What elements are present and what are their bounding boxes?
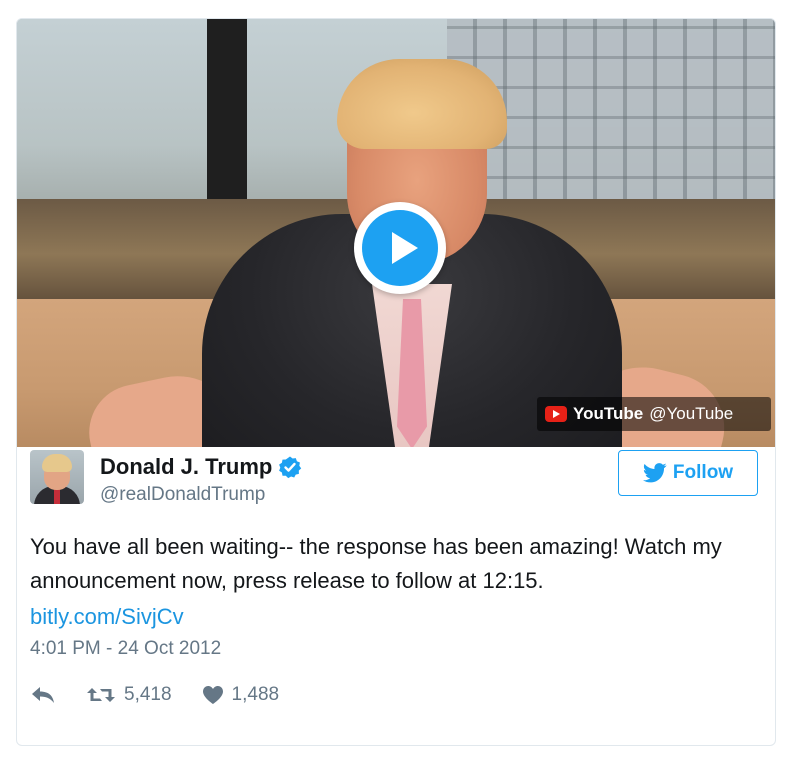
tweet-header: Donald J. Trump @realDonaldTrump Follow — [30, 450, 758, 510]
tweet-text: You have all been waiting-- the response… — [30, 534, 722, 593]
author-handle[interactable]: @realDonaldTrump — [100, 484, 265, 506]
twitter-bird-icon — [642, 463, 667, 483]
youtube-provider-name: YouTube — [573, 404, 644, 423]
play-icon — [362, 210, 438, 286]
youtube-logo-icon — [545, 406, 567, 422]
heart-icon — [202, 686, 223, 704]
like-button[interactable]: 1,488 — [202, 684, 280, 706]
tweet-actions: 5,418 1,488 — [30, 680, 279, 710]
youtube-provider-handle: @YouTube — [649, 404, 734, 423]
follow-button[interactable]: Follow — [618, 450, 758, 496]
verified-badge-icon — [279, 456, 302, 479]
like-count: 1,488 — [231, 684, 280, 705]
youtube-attribution[interactable]: YouTube @YouTube — [537, 397, 771, 431]
follow-button-label: Follow — [672, 462, 734, 483]
video-thumbnail[interactable]: YouTube @YouTube — [17, 19, 775, 447]
avatar[interactable] — [30, 450, 84, 504]
reply-button[interactable] — [30, 685, 56, 705]
retweet-button[interactable]: 5,418 — [86, 684, 172, 706]
retweet-count: 5,418 — [124, 684, 172, 705]
tweet-timestamp[interactable]: 4:01 PM - 24 Oct 2012 — [30, 638, 221, 660]
reply-icon — [32, 687, 54, 703]
play-button[interactable] — [354, 202, 446, 294]
tweet-card: YouTube @YouTube — [16, 18, 776, 746]
tweet-link[interactable]: bitly.com/SivjCv — [30, 600, 184, 634]
author-name-row[interactable]: Donald J. Trump — [100, 454, 302, 480]
retweet-icon — [87, 688, 115, 702]
author-name[interactable]: Donald J. Trump — [100, 454, 272, 480]
